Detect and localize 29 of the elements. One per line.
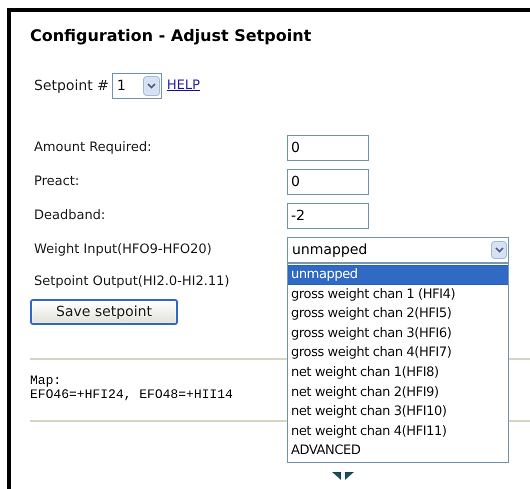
dropdown-option[interactable]: net weight chan 2(HFI9) [288,382,508,402]
dropdown-option[interactable]: unmapped [288,265,508,285]
triangles-icon [332,472,354,480]
caret-icon [142,76,160,96]
dropdown-option[interactable]: gross weight chan 3(HFI6) [288,324,508,344]
field-label: Setpoint Output(HI2.0-HI2.11) [34,273,230,292]
map-text: EFO46=+HFI24, EFO48=+HII14 [30,387,233,402]
field-label: Preact: [34,173,80,192]
dropdown-option[interactable]: gross weight chan 4(HFI7) [288,343,508,363]
dropdown-option[interactable]: net weight chan 3(HFI10) [288,402,508,422]
dropdown-option[interactable]: net weight chan 1(HFI8) [288,362,508,383]
help-link[interactable]: HELP [166,76,200,96]
dropdown-option[interactable]: gross weight chan 1 (HFI4) [288,284,508,304]
dropdown-option[interactable]: net weight chan 4(HFI11) [288,422,508,442]
save-button[interactable]: Save setpoint [30,299,178,325]
field-label: Amount Required: [34,139,152,158]
page-title: Configuration - Adjust Setpoint [30,25,312,47]
dropdown-option[interactable]: ADVANCED [288,441,508,461]
weight-input-select[interactable]: unmapped [287,237,509,263]
setpoint-label: Setpoint # [34,76,109,96]
field-label: Weight Input(HFO9-HFO20) [34,241,213,260]
field-label: Deadband: [34,207,106,226]
dropdown-option[interactable]: gross weight chan 2(HFI5) [288,304,508,324]
caret-icon [491,241,507,259]
input-field[interactable]: 0 [287,135,369,161]
input-field[interactable]: -2 [287,203,369,229]
map-heading: Map: [30,373,62,388]
input-field[interactable]: 0 [287,169,369,195]
setpoint-select[interactable]: 1 [112,73,162,99]
